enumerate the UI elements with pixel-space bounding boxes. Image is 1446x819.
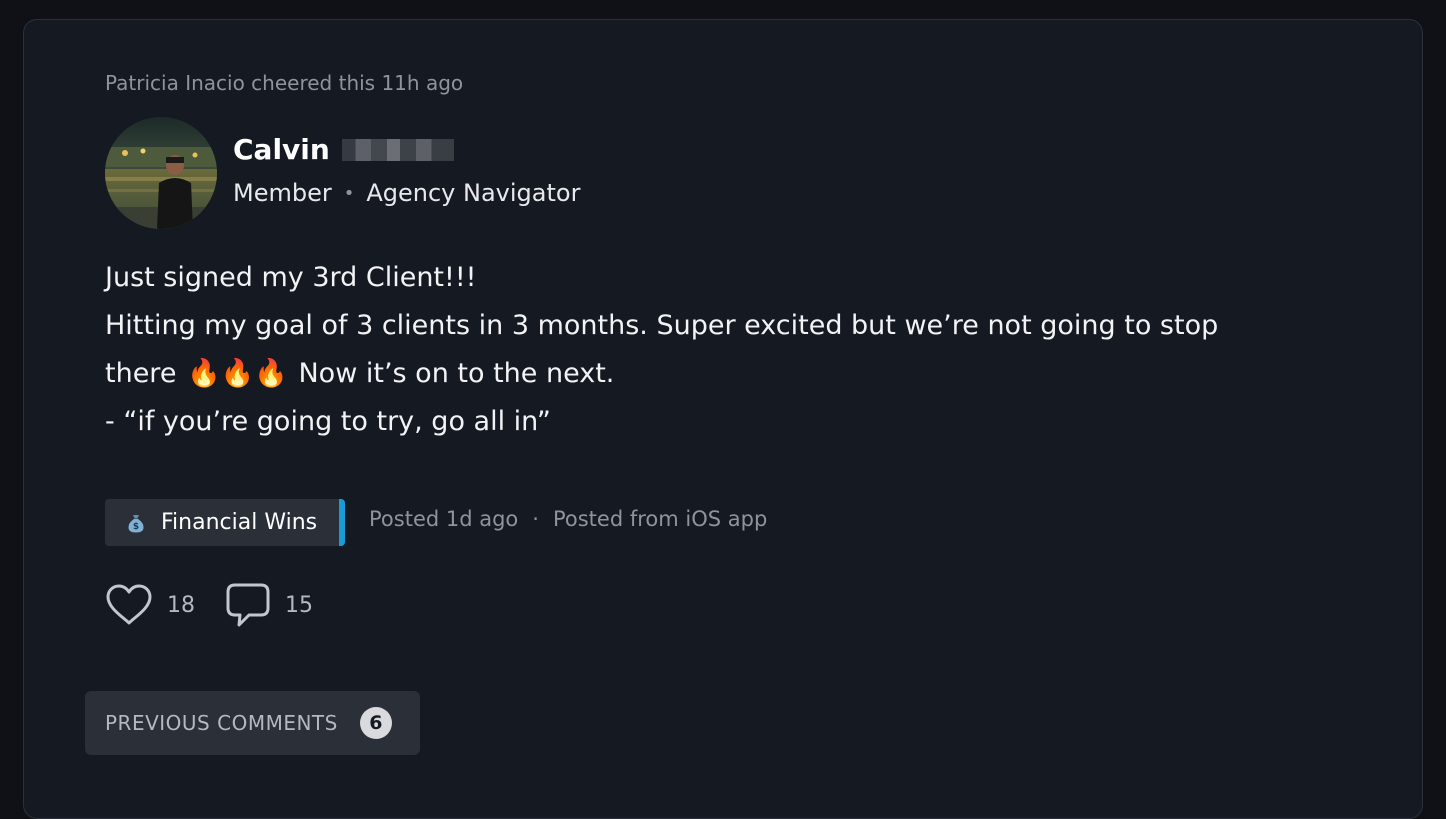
- category-tag[interactable]: $ Financial Wins: [105, 499, 346, 546]
- post-line: - “if you’re going to try, go all in”: [105, 406, 551, 437]
- post-line: there 🔥🔥🔥 Now it’s on to the next.: [105, 350, 1345, 398]
- category-label: Financial Wins: [161, 510, 318, 535]
- post-info: Posted 1d ago · Posted from iOS app: [369, 507, 767, 531]
- comment-bubble-icon: [226, 583, 270, 627]
- meta-dot-separator: •: [343, 182, 355, 204]
- author-first-name: Calvin: [233, 133, 330, 166]
- post-line3-start: there: [105, 358, 177, 389]
- author-name[interactable]: Calvin: [233, 133, 454, 166]
- posted-source: Posted from iOS app: [552, 507, 768, 531]
- previous-comments-button[interactable]: PREVIOUS COMMENTS 6: [85, 691, 420, 755]
- avatar-photo: [105, 117, 217, 229]
- redacted-last-name: [341, 138, 454, 161]
- post-card: Patricia Inacio cheered this 11h ago Cal…: [23, 19, 1423, 819]
- cheer-activity-text: Patricia Inacio cheered this 11h ago: [105, 71, 464, 95]
- svg-text:$: $: [133, 522, 139, 532]
- posted-time: Posted 1d ago: [369, 507, 519, 531]
- money-bag-icon: $: [125, 512, 147, 534]
- fire-emoji: 🔥🔥🔥: [187, 358, 288, 389]
- like-count: 18: [167, 592, 195, 618]
- author-level: Agency Navigator: [366, 179, 581, 207]
- reactions-bar: 18 15: [105, 582, 343, 628]
- previous-comments-count-badge: 6: [359, 707, 392, 739]
- info-separator: ·: [532, 507, 539, 531]
- avatar[interactable]: [105, 117, 217, 229]
- comment-button[interactable]: 15: [225, 582, 313, 628]
- heart-icon: [106, 584, 152, 625]
- post-line: Hitting my goal of 3 clients in 3 months…: [105, 310, 1219, 341]
- post-line: Just signed my 3rd Client!!!: [105, 262, 477, 293]
- comment-count: 15: [285, 592, 313, 618]
- post-line3-end: Now it’s on to the next.: [298, 358, 615, 389]
- author-meta: Member • Agency Navigator: [233, 179, 580, 207]
- author-role: Member: [233, 179, 332, 207]
- post-body: Just signed my 3rd Client!!! Hitting my …: [105, 254, 1345, 446]
- previous-comments-label: PREVIOUS COMMENTS: [105, 711, 338, 735]
- like-button[interactable]: 18: [105, 583, 195, 627]
